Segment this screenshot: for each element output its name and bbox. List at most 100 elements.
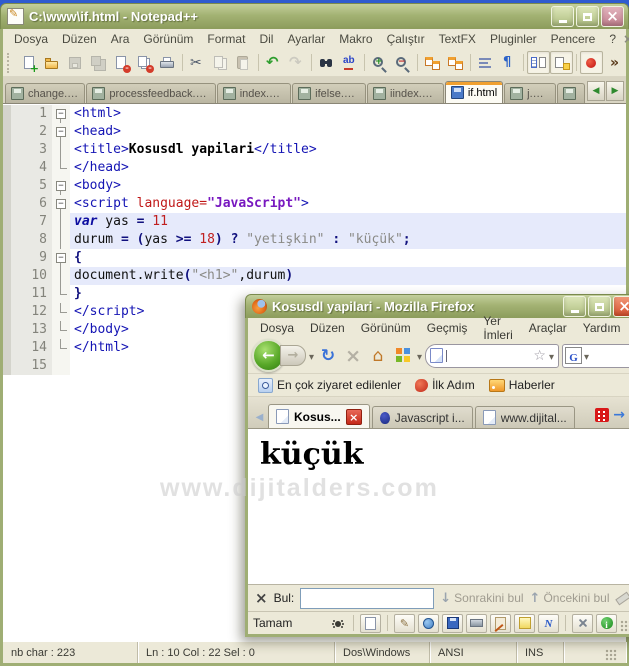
ff-menu-g-r-n-m[interactable]: Görünüm	[353, 319, 419, 337]
toolbar-overflow-chevron-icon[interactable]	[610, 56, 619, 70]
scroll-tabs-left-icon[interactable]	[587, 81, 605, 101]
npp-menu-textfx[interactable]: TextFX	[432, 30, 483, 48]
url-bar[interactable]	[425, 343, 559, 368]
npp-tab-if-html[interactable]: if.html	[444, 81, 504, 103]
search-engine-dropdown-icon[interactable]	[584, 347, 589, 365]
npp-titlebar[interactable]: C:\www\if.html - Notepad++	[0, 3, 629, 29]
show-all-characters-button[interactable]	[497, 51, 520, 74]
sticky-note-button[interactable]	[514, 613, 535, 633]
find-input[interactable]	[300, 587, 435, 609]
scroll-tabs-right-icon[interactable]	[606, 81, 624, 101]
npp-tab-change-log[interactable]: change.log	[5, 83, 86, 103]
npp-tab-j-php[interactable]: j.php	[504, 83, 556, 103]
redo-button[interactable]	[285, 51, 308, 74]
sync-horizontal-scrolling-button[interactable]	[444, 51, 467, 74]
zoom-out-button[interactable]	[391, 51, 414, 74]
browser-preview-button[interactable]	[418, 613, 439, 633]
home-button[interactable]	[367, 345, 389, 367]
editor-line[interactable]: 6 <script language="JavaScript">	[3, 195, 626, 213]
ff-menu-yard-m[interactable]: Yardım	[575, 319, 629, 337]
npp-tab-index-php[interactable]: index.php	[216, 83, 292, 103]
page-info-button[interactable]	[596, 613, 617, 633]
undo-button[interactable]	[262, 51, 285, 74]
npp-menu-d-zen[interactable]: Düzen	[55, 30, 104, 48]
editor-line[interactable]: 1 <html>	[3, 105, 626, 123]
find-button[interactable]	[315, 51, 338, 74]
fold-collapse-icon[interactable]	[52, 123, 70, 141]
fold-collapse-icon[interactable]	[52, 177, 70, 195]
editor-line[interactable]: 9{	[3, 249, 626, 267]
error-console-button[interactable]	[327, 615, 347, 632]
fold-collapse-icon[interactable]	[52, 195, 70, 213]
npp-tab-stub[interactable]	[556, 83, 585, 103]
back-history-dropdown-icon[interactable]	[309, 347, 314, 365]
editor-line[interactable]: 7 var yas = 11	[3, 213, 626, 231]
forward-button[interactable]	[280, 345, 306, 366]
search-box[interactable]	[562, 343, 629, 368]
findbar-close-icon[interactable]	[255, 591, 268, 606]
npp-menu-al-t-r[interactable]: Çalıştır	[380, 30, 432, 48]
close-document-x-icon[interactable]	[623, 33, 629, 45]
save-page-button[interactable]	[442, 613, 463, 633]
editor-line[interactable]: 8 durum = (yas >= 18) ? "yetişkin" : "küç…	[3, 231, 626, 249]
save-all-button[interactable]	[87, 51, 110, 74]
sync-vertical-scrolling-button[interactable]	[421, 51, 444, 74]
npp-menu-pluginler[interactable]: Pluginler	[483, 30, 544, 48]
npp-tab-processfeedback-php[interactable]: processfeedback.php	[86, 83, 216, 103]
fold-collapse-icon[interactable]	[52, 105, 70, 123]
open-file-button[interactable]	[41, 51, 64, 74]
editor-line[interactable]: 2 <head>	[3, 123, 626, 141]
npp-menu-dosya[interactable]: Dosya	[7, 30, 55, 48]
widget-dropdown-icon[interactable]	[417, 347, 422, 365]
bookmark-haberler[interactable]: Haberler	[483, 378, 561, 392]
find-previous-button[interactable]: Öncekini bul	[530, 591, 609, 605]
editor-line[interactable]: 3 <title>Kosusdl yapilari</title>	[3, 141, 626, 159]
npp-maximize-button[interactable]	[576, 6, 599, 27]
bookmark-star-icon[interactable]	[533, 347, 546, 365]
zoom-in-button[interactable]	[368, 51, 391, 74]
npp-menu-format[interactable]: Format	[200, 30, 252, 48]
editor-line[interactable]: 5 <body>	[3, 177, 626, 195]
macro-record-button[interactable]	[580, 51, 603, 74]
quick-launch-button[interactable]	[538, 613, 559, 633]
npp-menu-pencere[interactable]: Pencere	[544, 30, 603, 48]
editor-line[interactable]: 4 </head>	[3, 159, 626, 177]
ff-resize-grip[interactable]	[620, 620, 629, 632]
npp-menu-item[interactable]: ?	[602, 30, 623, 48]
replace-button[interactable]	[338, 51, 361, 74]
ff-menu-ge-mi[interactable]: Geçmiş	[419, 319, 476, 337]
npp-menu-ayarlar[interactable]: Ayarlar	[280, 30, 332, 48]
bookmarks-widget-icon[interactable]	[395, 348, 411, 363]
scroll-tabs-left-icon[interactable]	[251, 408, 268, 428]
scroll-tabs-right-icon[interactable]	[613, 406, 625, 424]
word-wrap-button[interactable]	[474, 51, 497, 74]
npp-menu-dil[interactable]: Dil	[252, 30, 280, 48]
print-page-button[interactable]	[466, 613, 487, 633]
copy-button[interactable]	[209, 51, 232, 74]
reload-button[interactable]	[317, 345, 339, 367]
bookmark-i-lk-ad-m[interactable]: İlk Adım	[409, 378, 481, 392]
new-file-button[interactable]	[18, 51, 41, 74]
extension-grid-icon[interactable]	[595, 408, 610, 422]
npp-tab-iindex-php[interactable]: iindex.php	[367, 83, 444, 103]
ff-menu-dosya[interactable]: Dosya	[252, 319, 302, 337]
doc-switcher-button[interactable]	[527, 51, 550, 74]
paste-button[interactable]	[232, 51, 255, 74]
notes-button[interactable]	[490, 613, 511, 633]
close-file-button[interactable]	[110, 51, 133, 74]
ff-tab-kosus[interactable]: Kosus...	[268, 404, 370, 428]
print-button[interactable]	[156, 51, 179, 74]
new-page-button[interactable]	[360, 613, 381, 633]
google-search-engine-icon[interactable]	[565, 347, 582, 364]
tab-close-icon[interactable]	[345, 408, 362, 425]
ff-menu-d-zen[interactable]: Düzen	[302, 319, 353, 337]
search-input[interactable]	[591, 347, 629, 364]
ff-tab-javascript-i[interactable]: Javascript i...	[371, 406, 473, 428]
document-map-button[interactable]	[550, 51, 573, 74]
npp-resize-grip[interactable]	[605, 649, 617, 661]
editor-line[interactable]: 10 document.write("<h1>",durum)	[3, 267, 626, 285]
npp-menu-ara[interactable]: Ara	[104, 30, 137, 48]
toolbar-grip[interactable]	[7, 52, 13, 73]
web-developer-tools-button[interactable]	[572, 613, 593, 633]
ff-tab-www-dijital[interactable]: www.dijital...	[474, 406, 575, 428]
